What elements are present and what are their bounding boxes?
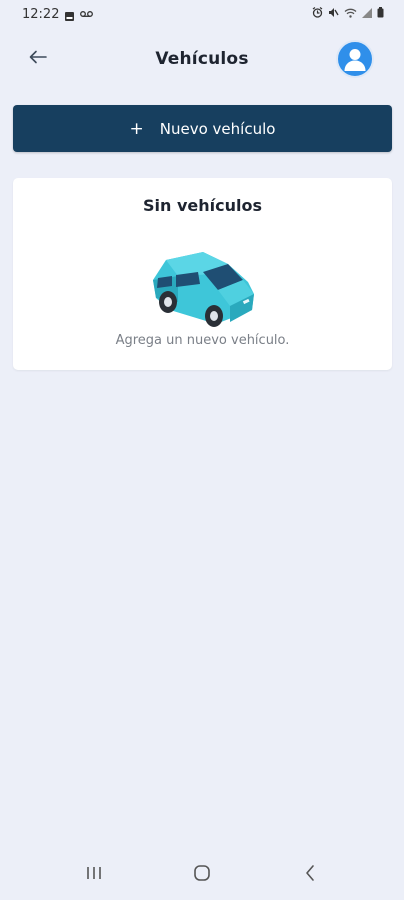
page-title: Vehículos (155, 49, 249, 69)
voicemail-icon (80, 7, 94, 22)
new-vehicle-label: Nuevo vehículo (159, 119, 276, 138)
plus-icon: + (129, 118, 144, 139)
status-right (312, 6, 384, 22)
status-bar: 12:22 (0, 0, 404, 28)
empty-state-title: Sin vehículos (143, 196, 262, 215)
recent-apps-icon (85, 865, 103, 885)
status-left: 12:22 (22, 6, 94, 22)
home-button[interactable] (182, 860, 222, 890)
image-icon (65, 10, 75, 21)
system-back-button[interactable] (290, 860, 330, 890)
alarm-icon (312, 6, 323, 22)
screen: 12:22 Vehículos + Nuevo vehículo Sin veh… (0, 0, 404, 900)
arrow-left-icon (28, 49, 48, 68)
recent-apps-button[interactable] (74, 860, 114, 890)
user-icon (338, 49, 372, 76)
empty-state-card: Sin vehículos Agrega un nuevo vehículo. (13, 178, 392, 370)
home-icon (193, 864, 211, 886)
app-header: Vehículos (0, 36, 404, 82)
system-nav-bar (0, 850, 404, 900)
battery-icon (377, 6, 384, 22)
status-time: 12:22 (22, 6, 60, 22)
back-button[interactable] (24, 46, 52, 70)
wifi-icon (344, 7, 357, 22)
avatar[interactable] (336, 40, 374, 78)
signal-icon (362, 7, 372, 22)
back-icon (304, 864, 316, 886)
empty-state-message: Agrega un nuevo vehículo. (115, 333, 290, 348)
new-vehicle-button[interactable]: + Nuevo vehículo (13, 105, 392, 152)
mute-icon (328, 7, 339, 22)
car-illustration (148, 232, 258, 328)
